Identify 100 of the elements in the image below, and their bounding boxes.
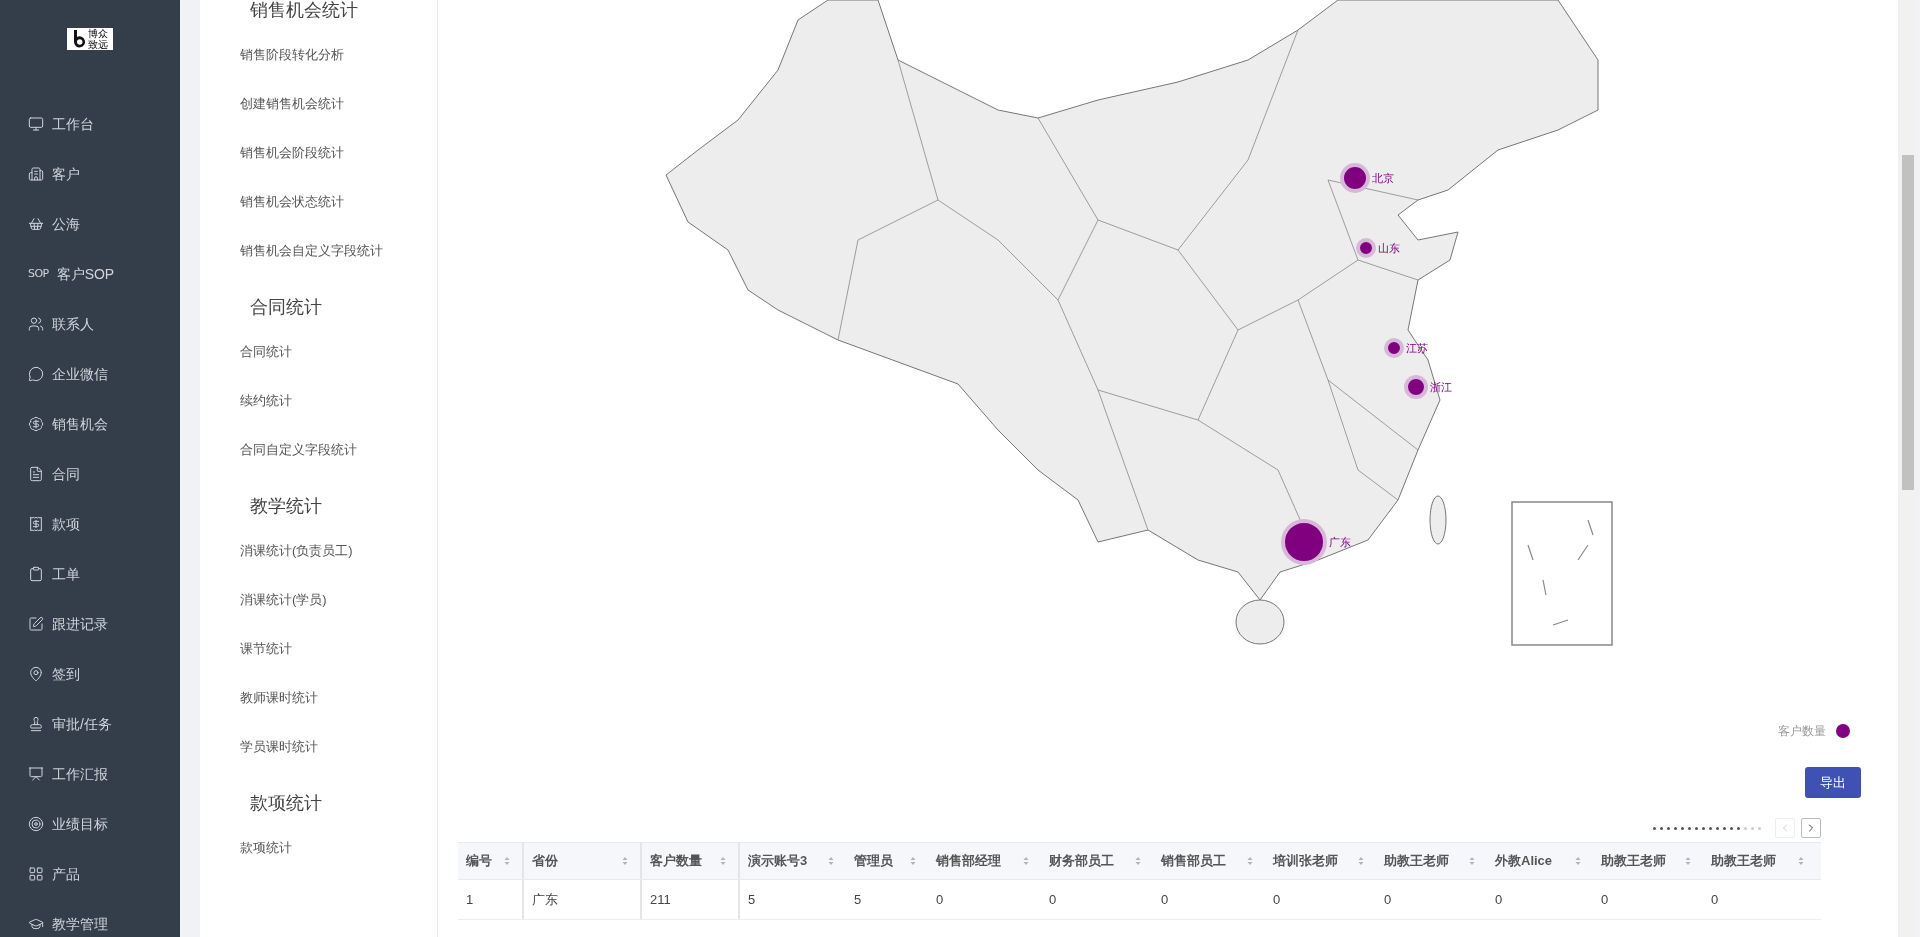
logo-text: 致远 [87,39,108,50]
nav-item[interactable]: 客户 [0,149,180,199]
building-icon [28,166,44,182]
nav-item[interactable]: 工作台 [0,99,180,149]
menu-link[interactable]: 消课统计(学员) [240,575,437,624]
legend-label: 客户数量 [1778,723,1826,740]
section-heading: 教学统计 [249,494,323,518]
menu-link[interactable]: 销售阶段转化分析 [240,30,437,79]
chat-icon [28,366,44,382]
column-header[interactable]: 销售部经理 [936,851,1001,871]
table-cell-text: 0 [1049,890,1057,909]
column-header[interactable]: 省份 [532,851,558,871]
basket-icon [28,216,44,232]
section-heading: 销售机会统计 [249,0,359,22]
menu-link[interactable]: 合同自定义字段统计 [240,425,437,474]
table-cell-text: 1 [466,890,474,909]
sort-icon[interactable] [720,856,726,866]
menu-link[interactable]: 款项统计 [240,823,437,872]
table-cell-text: 广东 [532,890,558,909]
sort-icon[interactable] [910,856,916,866]
section-heading: 合同统计 [249,295,323,319]
nav-item[interactable]: 工作汇报 [0,749,180,799]
nav-item[interactable]: 产品 [0,849,180,899]
table-cell-text: 0 [1711,890,1719,909]
sort-icon[interactable] [828,856,834,866]
receipt-icon [28,516,44,532]
sort-icon[interactable] [622,856,628,866]
edit-icon [28,616,44,632]
sort-icon[interactable] [1135,856,1141,866]
graduation-cap-icon [28,916,44,932]
table-cell-text: 0 [1601,890,1609,909]
menu-link[interactable]: 学员课时统计 [240,722,437,771]
table-cell-text: 5 [854,890,862,909]
sort-icon[interactable] [1469,856,1475,866]
column-header[interactable]: 助教王老师 [1384,851,1449,871]
sort-icon[interactable] [1685,856,1691,866]
presentation-icon [28,766,44,782]
sort-icon[interactable] [1023,856,1029,866]
column-header[interactable]: 外教Alice [1495,851,1553,871]
table-cell-text: 211 [650,890,671,909]
section-heading: 款项统计 [249,791,323,815]
column-header[interactable]: 助教王老师 [1711,851,1776,871]
scrollbar[interactable] [1898,0,1918,937]
nav-item[interactable]: 联系人 [0,299,180,349]
nav-item[interactable]: SOP 客户SOP [0,249,180,299]
nav-item[interactable]: 企业微信 [0,349,180,399]
menu-link[interactable]: 课节统计 [240,624,437,673]
map-label: 北京 [1372,170,1394,186]
menu-link[interactable]: 续约统计 [240,376,437,425]
money-bag-icon [28,416,44,432]
nav-item[interactable]: 款项 [0,499,180,549]
logo[interactable]: 博众 致远 [67,28,113,50]
export-button[interactable]: 导出 [1805,767,1861,798]
nav-item[interactable]: 业绩目标 [0,799,180,849]
sort-icon[interactable] [1247,856,1253,866]
next-button[interactable] [1801,818,1821,838]
grid-icon [28,866,44,882]
menu-link[interactable]: 创建销售机会统计 [240,79,437,128]
scrollbar-thumb[interactable] [1902,155,1914,490]
column-header[interactable]: 演示账号3 [748,851,808,871]
logo-text: 博众 [87,28,108,39]
nav-item[interactable]: 工单 [0,549,180,599]
map-label: 山东 [1378,240,1400,256]
logo-mark-icon [72,30,87,48]
sort-icon[interactable] [1798,856,1804,866]
sort-icon[interactable] [1575,856,1581,866]
nav-item[interactable]: 审批/任务 [0,699,180,749]
stamp-icon [28,716,44,732]
nav-item[interactable]: 销售机会 [0,399,180,449]
column-header[interactable]: 助教王老师 [1601,851,1666,871]
column-header[interactable]: 客户数量 [650,851,702,871]
menu-link[interactable]: 消课统计(负责员工) [240,526,437,575]
document-icon [28,466,44,482]
table-cell-text: 0 [936,890,944,909]
table-cell-text: 5 [748,890,756,909]
menu-link[interactable]: 合同统计 [240,327,437,376]
nav-item[interactable]: 跟进记录 [0,599,180,649]
column-header[interactable]: 编号 [466,851,492,871]
menu-link[interactable]: 销售机会阶段统计 [240,128,437,177]
menu-link[interactable]: 销售机会自定义字段统计 [240,226,437,275]
table-cell-text: 0 [1161,890,1169,909]
nav-item[interactable]: 合同 [0,449,180,499]
users-icon [28,316,44,332]
monitor-icon [28,116,44,132]
column-header[interactable]: 财务部员工 [1049,851,1114,871]
column-header[interactable]: 管理员 [854,851,893,871]
sort-icon[interactable] [1358,856,1364,866]
map-label: 江苏 [1406,340,1428,356]
column-header[interactable]: 培训张老师 [1273,851,1338,871]
nav-item[interactable]: 教学管理 [0,899,180,937]
menu-link[interactable]: 销售机会状态统计 [240,177,437,226]
sop-icon: SOP [28,267,49,281]
clipboard-icon [28,566,44,582]
table-cell-text: 0 [1384,890,1392,909]
menu-link[interactable]: 教师课时统计 [240,673,437,722]
nav-item[interactable]: 签到 [0,649,180,699]
nav-item[interactable]: 公海 [0,199,180,249]
column-header[interactable]: 销售部员工 [1161,851,1226,871]
sort-icon[interactable] [504,856,510,866]
table-cell-text: 0 [1495,890,1503,909]
